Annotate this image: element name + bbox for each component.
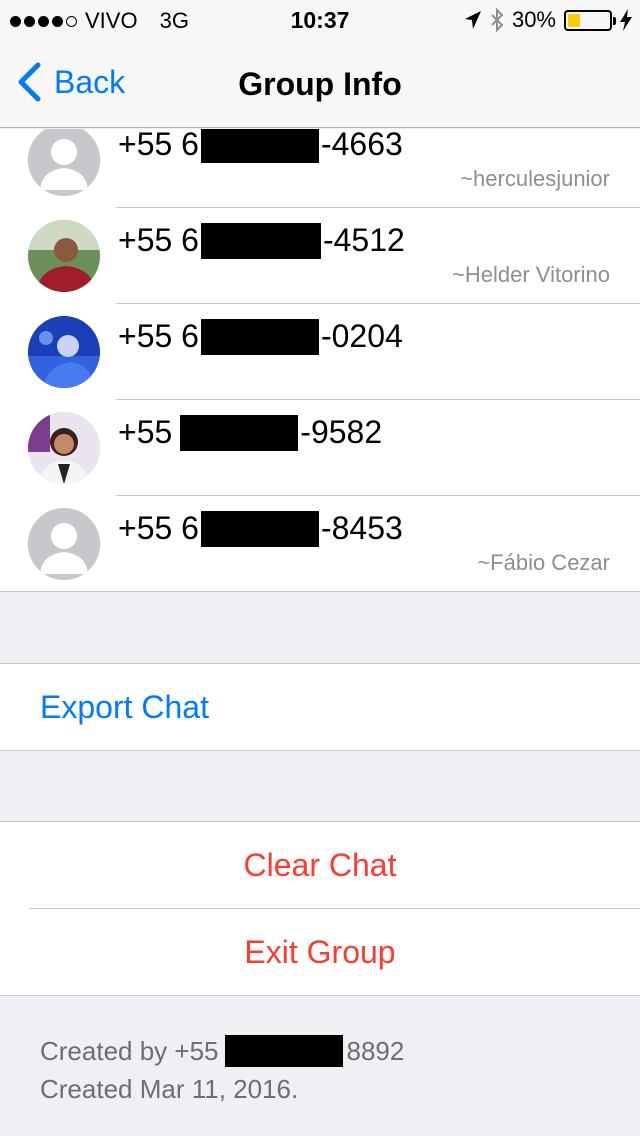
exit-group-button[interactable]: Exit Group [0,909,640,995]
member-alias: ~Fábio Cezar [477,550,610,575]
avatar-photo [28,412,100,484]
screen: VIVO 3G 10:37 30% Back Group Info +55 6 … [0,0,640,1136]
battery-fill [568,13,580,27]
member-phone: +55 6 -4512 [118,222,405,259]
member-alias: ~Helder Vitorino [452,262,610,287]
redaction-bar [200,129,319,163]
location-arrow-icon [464,11,481,29]
navigation-bar: Back Group Info [0,40,640,128]
export-group: Export Chat [0,663,640,751]
avatar-photo [28,220,100,292]
created-by-label: Created by +55 [40,1036,219,1066]
default-avatar-icon [28,129,100,196]
redaction-bar [200,222,321,259]
avatar-photo [28,316,100,388]
member-row[interactable]: +55 6 -4663 ~herculesjunior [0,129,640,208]
member-alias: ~herculesjunior [460,166,610,191]
created-date: Created Mar 11, 2016. [40,1074,299,1104]
member-phone: +55 6 -8453 [118,510,403,547]
battery-icon [564,9,616,31]
member-phone: +55 6 -4663 [118,129,403,163]
member-row[interactable]: +55 6 -8453 ~Fábio Cezar [0,496,640,591]
redaction-bar [180,414,299,451]
clear-chat-button[interactable]: Clear Chat [0,822,640,908]
battery-percent: 30% [511,7,556,32]
export-chat-button[interactable]: Export Chat [0,664,640,750]
destructive-actions-group: Clear Chat Exit Group [0,821,640,996]
member-row[interactable]: +55 6 -0204 [0,304,640,400]
redaction-bar [224,1035,343,1067]
redaction-bar [200,510,319,547]
group-created-info: Created by +55 8892 Created Mar 11, 2016. [40,1032,404,1108]
redaction-bar [200,318,319,355]
member-phone: +55 -9582 [118,414,383,451]
charging-bolt-icon [620,9,632,31]
bluetooth-icon [491,8,504,32]
member-phone: +55 6 -0204 [118,318,403,355]
default-avatar-icon [28,508,100,580]
created-by-suffix: 8892 [346,1036,405,1066]
page-title: Group Info [238,66,402,102]
member-list: +55 6-4663 ~herculesjunior +55 6-4512 [0,129,640,592]
status-bar: VIVO 3G 10:37 30% [0,0,640,40]
member-row[interactable]: +55 6 -4512 ~Helder Vitorino [0,208,640,304]
member-row[interactable]: +55 -9582 [0,400,640,496]
